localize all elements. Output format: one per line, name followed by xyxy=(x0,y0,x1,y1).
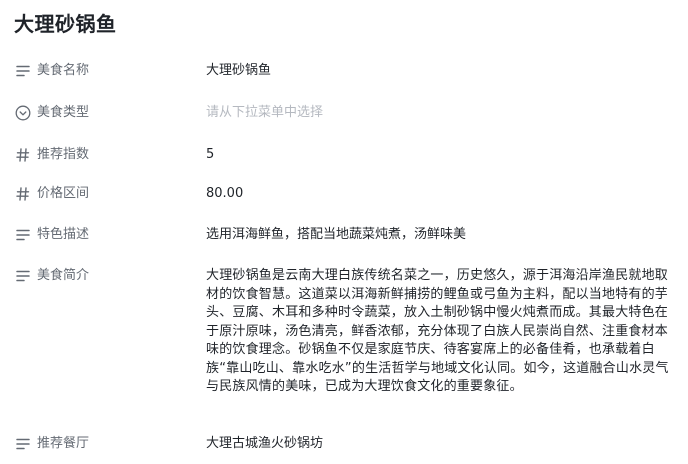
chevron-circle-down-icon xyxy=(14,104,32,122)
field-value-price[interactable]: 80.00 xyxy=(206,185,676,203)
field-value-restaurant[interactable]: 大理古城渔火砂锅坊 xyxy=(206,435,676,453)
text-lines-icon xyxy=(14,226,32,244)
field-label-feature: 特色描述 xyxy=(37,227,90,242)
field-value-feature[interactable]: 选用洱海鲜鱼，搭配当地蔬菜炖煮，汤鲜味美 xyxy=(206,226,676,244)
field-label-price: 价格区间 xyxy=(37,186,90,201)
field-label-intro: 美食简介 xyxy=(37,268,90,283)
field-label-name: 美食名称 xyxy=(37,63,90,78)
field-label-score: 推荐指数 xyxy=(37,147,90,162)
field-value-intro[interactable]: 大理砂锅鱼是云南大理白族传统名菜之一，历史悠久，源于洱海沿岸渔民就地取材的饮食智… xyxy=(206,267,676,397)
hash-icon xyxy=(14,146,32,164)
field-label-restaurant: 推荐餐厅 xyxy=(37,436,90,451)
field-value-name[interactable]: 大理砂锅鱼 xyxy=(206,62,676,80)
hash-icon xyxy=(14,185,32,203)
text-lines-icon xyxy=(14,435,32,453)
field-value-score[interactable]: 5 xyxy=(206,146,676,164)
text-lines-icon xyxy=(14,267,32,285)
type-select[interactable]: 请从下拉菜单中选择 xyxy=(206,104,676,122)
page-title: 大理砂锅鱼 xyxy=(14,12,117,36)
field-label-type: 美食类型 xyxy=(37,105,90,120)
text-lines-icon xyxy=(14,62,32,80)
